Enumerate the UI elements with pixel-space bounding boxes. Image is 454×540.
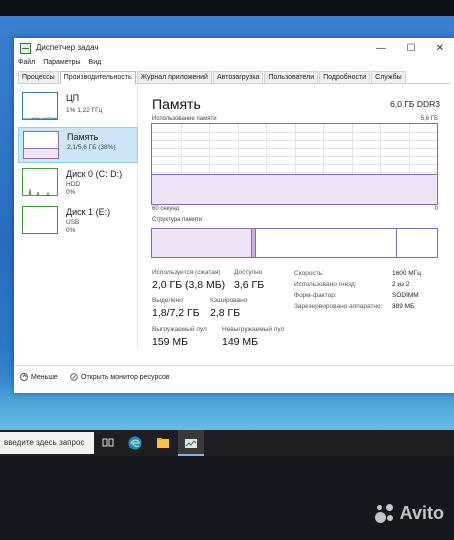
paged-pool-value: 159 МБ [152,336,189,348]
menu-file[interactable]: Файл [18,59,35,71]
resource-detail: 2,1/5,6 ГБ (38%) [67,144,116,151]
tab-app-history[interactable]: Журнал приложений [136,71,212,83]
composition-label: Структура памяти [152,217,203,223]
tab-users[interactable]: Пользователи [264,71,319,83]
page-title: Память [152,96,201,112]
task-manager-icon [20,43,31,54]
resource-item-memory[interactable]: Память 2,1/5,6 ГБ (38%) [18,127,138,163]
memory-usage-fill [152,173,437,204]
maximize-button[interactable]: ☐ [402,41,420,56]
graph-time-span: 60 секунд [152,206,180,212]
usage-graph-label: Использование памяти [152,116,217,122]
resource-name: ЦП [66,93,80,103]
photo-bezel-bottom [0,456,454,540]
open-resource-monitor-link[interactable]: Открыть монитор ресурсов [70,373,170,381]
committed-label: Выделено [152,297,183,304]
resource-detail: HDD [66,181,81,188]
detail-key: Использовано гнезд: [294,281,357,288]
paged-pool-label: Выгружаемый пул [152,326,207,333]
graph-time-end: 0 [434,206,438,212]
usage-graph-max: 5,6 ГБ [420,116,438,122]
resource-name: Диск 1 (E:) [66,207,111,217]
edge-browser-icon[interactable] [127,435,143,451]
nonpaged-pool-label: Невыгружаемый пул [222,326,285,333]
detail-key: Зарезервировано аппаратно: [294,303,383,310]
resource-monitor-label: Открыть монитор ресурсов [81,373,170,381]
taskbar: введите здесь запрос [0,430,454,456]
composition-in-use [152,229,252,257]
tab-processes[interactable]: Процессы [18,71,59,83]
tab-details[interactable]: Подробности [319,71,371,83]
resource-name: Диск 0 (C: D:) [66,169,123,179]
task-manager-taskbar-icon [185,439,197,448]
chevron-up-icon [20,373,28,381]
memory-usage-graph [151,123,438,205]
tab-strip: Процессы Производительность Журнал прило… [18,71,450,84]
cached-label: Кэшировано [210,297,248,304]
avito-watermark: Avito [374,502,444,524]
menu-options[interactable]: Параметры [43,59,80,71]
resource-item-disk1[interactable]: Диск 1 (E:) USB 0% [18,203,138,239]
composition-free [397,229,437,257]
file-explorer-icon[interactable] [155,435,171,451]
composition-standby [254,229,398,257]
detail-value: 2 из 2 [392,281,410,288]
minimize-button[interactable]: — [372,41,390,56]
tab-performance[interactable]: Производительность [59,71,136,84]
task-view-icon[interactable] [100,435,116,451]
tab-services[interactable]: Службы [371,71,406,83]
fewer-details-button[interactable]: Меньше [20,373,58,381]
memory-thumbnail-graph [23,131,59,159]
detail-value: SODIMM [392,292,419,299]
detail-value: 1600 МГц [392,270,421,277]
resource-name: Память [67,132,99,142]
tab-startup[interactable]: Автозагрузка [212,71,264,83]
window-title: Диспетчер задач [36,43,99,52]
resource-item-cpu[interactable]: ЦП 1% 1,22 ГГц [18,89,138,125]
disk1-thumbnail-graph [22,206,58,234]
fewer-details-label: Меньше [31,373,58,381]
resource-detail-2: 0% [66,189,76,196]
committed-value: 1,8/7,2 ГБ [152,307,200,319]
resource-item-disk0[interactable]: Диск 0 (C: D:) HDD 0% [18,165,138,201]
cached-value: 2,8 ГБ [210,307,241,319]
in-use-value: 2,0 ГБ (3,8 МБ) [152,279,226,291]
available-label: Доступно [234,269,263,276]
menu-view[interactable]: Вид [89,59,102,71]
detail-key: Форм-фактор: [294,292,337,299]
close-button[interactable]: ✕ [431,41,449,56]
title-bar[interactable]: Диспетчер задач — ☐ ✕ [14,38,454,60]
taskbar-search-placeholder: введите здесь запрос [4,438,85,447]
detail-key: Скорость: [294,270,324,277]
resource-list: ЦП 1% 1,22 ГГц Память 2,1/5,6 ГБ (38%) Д… [18,85,138,349]
resource-detail: 1% 1,22 ГГц [66,107,103,114]
detail-value: 389 МБ [392,303,415,310]
task-manager-window: Диспетчер задач — ☐ ✕ Файл Параметры Вид… [14,38,454,393]
available-value: 3,6 ГБ [234,279,265,291]
resource-detail: USB [66,219,80,226]
avito-wordmark: Avito [399,502,444,523]
in-use-label: Используется (сжатая) [152,269,221,276]
footer-bar: Меньше Открыть монитор ресурсов [14,365,454,387]
disk0-thumbnail-graph [22,168,58,196]
taskbar-search-box[interactable]: введите здесь запрос [0,432,94,454]
nonpaged-pool-value: 149 МБ [222,336,259,348]
memory-spec: 6,0 ГБ DDR3 [390,99,440,109]
menu-bar: Файл Параметры Вид [18,59,101,71]
photo-bezel-top [0,0,454,16]
taskbar-active-app[interactable] [178,430,204,456]
memory-composition-bar [151,228,438,258]
cpu-thumbnail-graph [22,92,58,120]
avito-logo-icon [374,502,396,524]
resource-detail-2: 0% [66,227,76,234]
resource-monitor-icon [70,373,78,381]
